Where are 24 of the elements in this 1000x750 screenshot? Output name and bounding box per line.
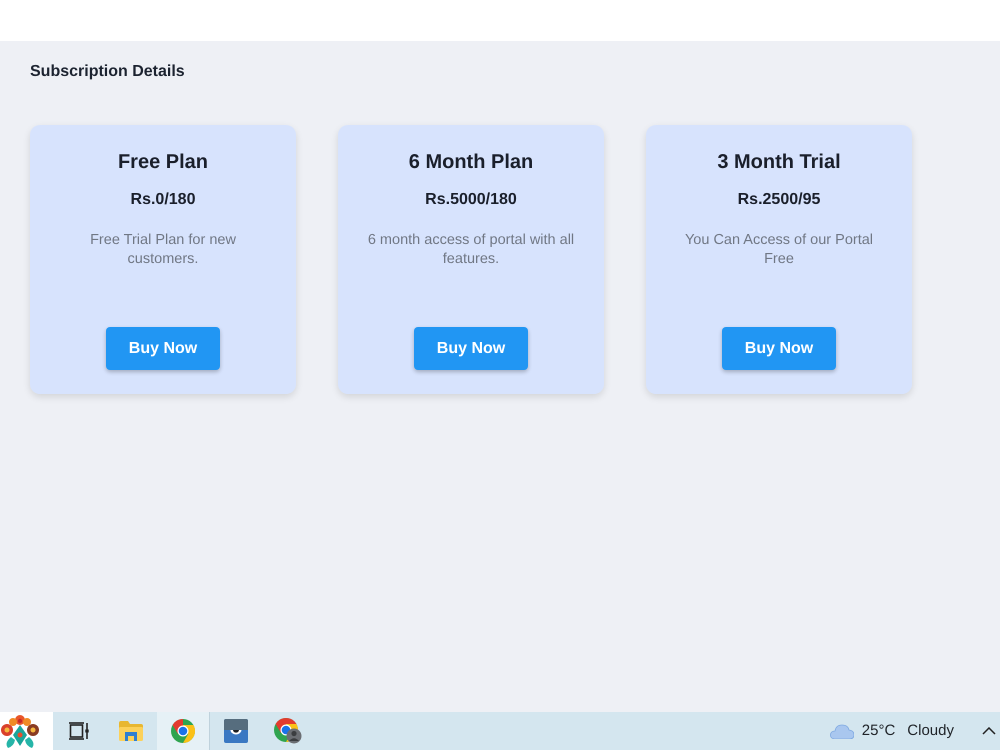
- plan-name: 3 Month Trial: [717, 150, 841, 174]
- plan-description: 6 month access of portal with all features.: [366, 231, 576, 269]
- app-icon: [224, 719, 248, 743]
- plan-name: Free Plan: [118, 150, 208, 174]
- task-view-icon: [69, 722, 89, 740]
- plan-price: Rs.0/180: [130, 190, 196, 210]
- browser-icon: [171, 719, 195, 743]
- chevron-up-icon: [982, 727, 996, 735]
- plan-price: Rs.5000/180: [425, 190, 517, 210]
- weather-temperature: 25°C: [862, 720, 896, 741]
- folder-icon: [119, 721, 143, 741]
- flower-logo-icon: [0, 713, 40, 749]
- page-title: Subscription Details: [30, 62, 186, 82]
- browser-profile-icon: [274, 718, 302, 744]
- plan-description: You Can Access of our Portal Free: [684, 231, 874, 269]
- buy-now-button[interactable]: Buy Now: [106, 327, 220, 370]
- plan-description: Free Trial Plan for new customers.: [89, 231, 237, 269]
- plan-name: 6 Month Plan: [408, 150, 534, 174]
- cloud-icon: [830, 724, 854, 738]
- plan-price: Rs.2500/95: [738, 190, 820, 210]
- buy-now-button[interactable]: Buy Now: [722, 327, 836, 370]
- taskbar-button[interactable]: [0, 712, 53, 750]
- weather-condition: Cloudy: [907, 720, 954, 741]
- buy-now-button[interactable]: Buy Now: [414, 327, 528, 370]
